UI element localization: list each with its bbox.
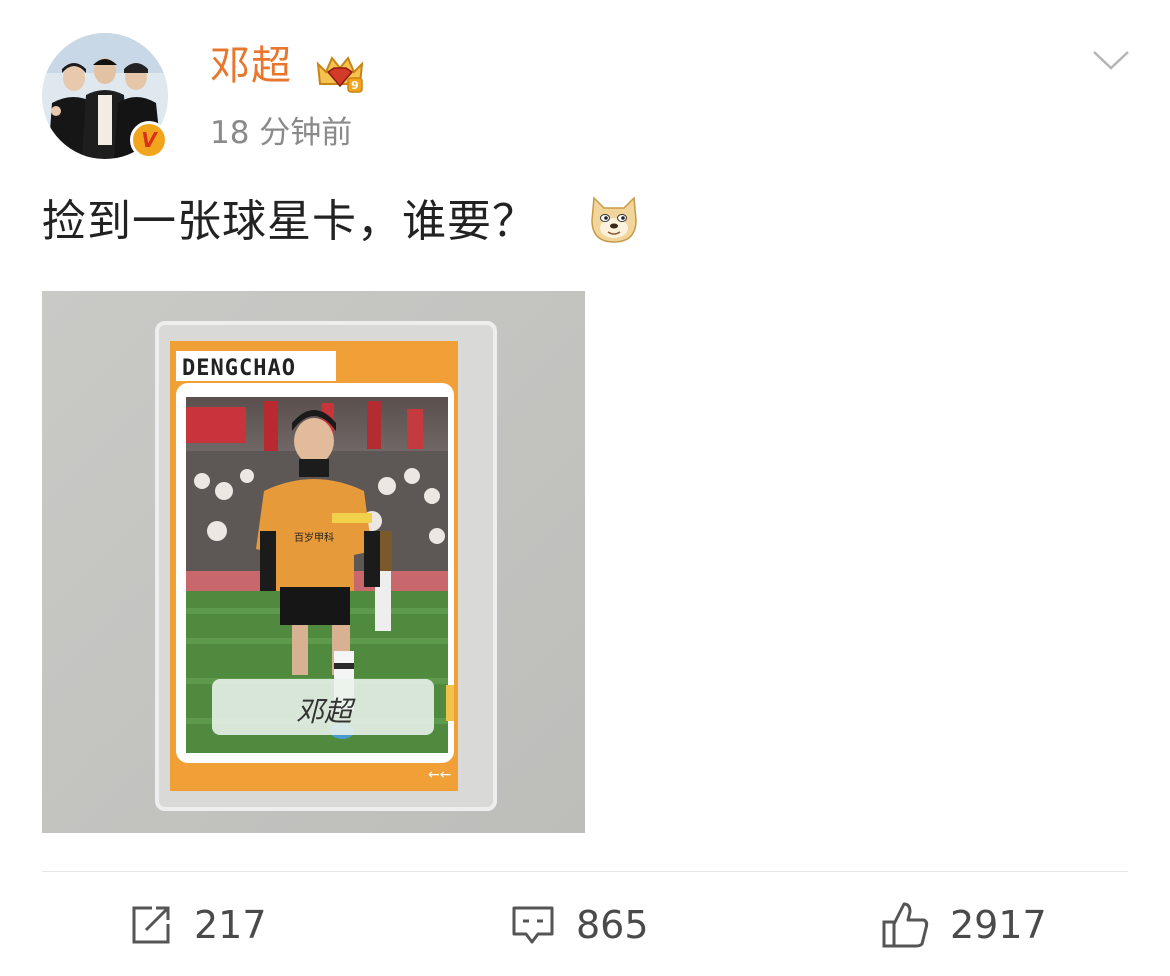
card-name-banner: DENGCHAO: [182, 356, 296, 381]
repost-count: 217: [194, 903, 267, 947]
action-divider: [42, 871, 1128, 872]
like-count: 2917: [950, 903, 1047, 947]
svg-text:←←: ←←: [428, 767, 451, 783]
like-button[interactable]: 2917: [880, 900, 1047, 950]
verified-badge-icon: V: [130, 121, 168, 159]
jersey-sponsor: 百岁甲科: [294, 531, 334, 544]
vip-crown-icon[interactable]: 9: [312, 50, 368, 96]
repost-button[interactable]: 217: [128, 900, 267, 950]
comment-count: 865: [576, 903, 649, 947]
comment-button[interactable]: 865: [510, 900, 649, 950]
card-signature: 邓超: [296, 695, 356, 728]
post-text: 捡到一张球星卡，谁要？: [42, 196, 537, 247]
doge-emoji-icon: [591, 196, 637, 243]
post-image[interactable]: 百岁甲科 邓超 DENGCHAO ←←: [42, 291, 585, 833]
repost-icon: [132, 906, 170, 944]
comment-icon: [512, 906, 554, 944]
chevron-down-icon[interactable]: [1090, 46, 1132, 74]
vip-level: 9: [351, 79, 359, 92]
author-name[interactable]: 邓超: [210, 46, 292, 86]
post-timestamp: 18 分钟前: [210, 115, 353, 151]
author-avatar[interactable]: V: [42, 33, 168, 159]
like-thumb-icon: [882, 902, 929, 948]
verified-badge-text: V: [141, 128, 157, 152]
